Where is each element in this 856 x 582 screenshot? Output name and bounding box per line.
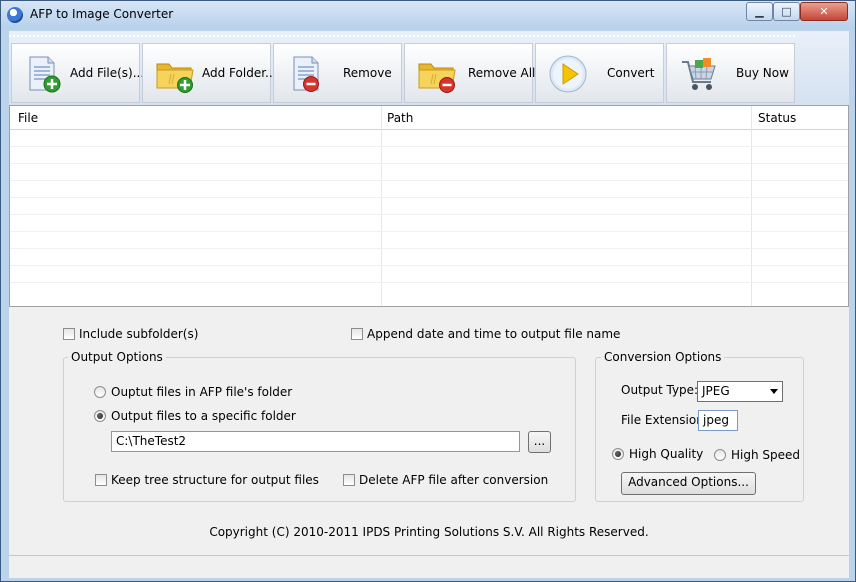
grid-row-line bbox=[10, 180, 848, 181]
close-icon: ✕ bbox=[819, 5, 829, 18]
remove-all-label: Remove All bbox=[468, 66, 536, 80]
buy-now-button[interactable]: Buy Now bbox=[666, 43, 795, 103]
minimize-icon: ▁ bbox=[755, 5, 764, 18]
add-folder-label: Add Folder... bbox=[202, 66, 277, 80]
buy-now-label: Buy Now bbox=[736, 66, 789, 80]
status-bar bbox=[9, 555, 849, 578]
file-extension-input[interactable]: jpeg bbox=[698, 410, 738, 431]
conversion-options-title: Conversion Options bbox=[601, 350, 725, 364]
high-speed-label[interactable]: High Speed bbox=[731, 448, 800, 462]
client-area: Add File(s)... Add Folder... Remove Remo… bbox=[9, 31, 849, 578]
remove-all-button[interactable]: Remove All bbox=[404, 43, 536, 103]
copyright-text: Copyright (C) 2010-2011 IPDS Printing So… bbox=[209, 525, 649, 539]
output-folder-input[interactable]: C:\TheTest2 bbox=[111, 431, 520, 452]
grid-row-line bbox=[10, 282, 848, 283]
convert-label: Convert bbox=[607, 66, 655, 80]
grid-row-line bbox=[10, 163, 848, 164]
advanced-options-button[interactable]: Advanced Options... bbox=[621, 472, 756, 495]
grid-row-line bbox=[10, 231, 848, 232]
title-bar[interactable]: AFP to Image Converter ▁ □ ✕ bbox=[1, 1, 855, 29]
append-datetime-checkbox[interactable] bbox=[351, 328, 363, 340]
output-type-value: JPEG bbox=[702, 384, 730, 398]
remove-all-folder-icon bbox=[418, 63, 456, 93]
grid-row-line bbox=[10, 214, 848, 215]
add-file-icon bbox=[29, 56, 61, 93]
keep-tree-label[interactable]: Keep tree structure for output files bbox=[111, 473, 319, 487]
file-extension-label: File Extension: bbox=[621, 413, 708, 427]
output-options-title: Output Options bbox=[68, 350, 166, 364]
add-folder-button[interactable]: Add Folder... bbox=[142, 43, 276, 103]
keep-tree-checkbox[interactable] bbox=[95, 474, 107, 486]
output-afp-folder-radio[interactable] bbox=[94, 386, 106, 398]
toolbar: Add File(s)... Add Folder... Remove Remo… bbox=[9, 31, 849, 105]
output-specific-folder-radio[interactable] bbox=[94, 410, 106, 422]
grid-row-line bbox=[10, 265, 848, 266]
remove-file-icon bbox=[293, 56, 319, 92]
close-button[interactable]: ✕ bbox=[800, 2, 848, 21]
add-files-label: Add File(s)... bbox=[70, 66, 145, 80]
maximize-button[interactable]: □ bbox=[773, 2, 800, 21]
convert-play-icon bbox=[549, 55, 587, 93]
app-window: AFP to Image Converter ▁ □ ✕ Add File(s)… bbox=[0, 0, 856, 582]
output-type-select[interactable]: JPEG bbox=[697, 381, 783, 402]
dropdown-arrow-icon bbox=[770, 389, 778, 394]
remove-label: Remove bbox=[343, 66, 392, 80]
output-type-label: Output Type: bbox=[621, 383, 699, 397]
high-quality-radio[interactable] bbox=[612, 448, 624, 460]
add-folder-icon bbox=[156, 63, 194, 93]
shopping-cart-icon bbox=[682, 58, 716, 90]
convert-button[interactable]: Convert bbox=[535, 43, 664, 103]
include-subfolders-checkbox[interactable] bbox=[63, 328, 75, 340]
column-divider[interactable] bbox=[751, 106, 752, 306]
app-logo-icon bbox=[7, 7, 23, 23]
output-specific-folder-label[interactable]: Output files to a specific folder bbox=[111, 409, 296, 423]
include-subfolders-label[interactable]: Include subfolder(s) bbox=[79, 327, 198, 341]
column-header-status[interactable]: Status bbox=[758, 111, 796, 125]
high-speed-radio[interactable] bbox=[714, 449, 726, 461]
delete-afp-label[interactable]: Delete AFP file after conversion bbox=[359, 473, 548, 487]
add-files-button[interactable]: Add File(s)... bbox=[11, 43, 144, 103]
grid-row-line bbox=[10, 248, 848, 249]
column-header-file[interactable]: File bbox=[18, 111, 38, 125]
grid-row-line bbox=[10, 146, 848, 147]
column-divider[interactable] bbox=[381, 106, 382, 306]
high-quality-label[interactable]: High Quality bbox=[629, 447, 703, 461]
grid-row-line bbox=[10, 197, 848, 198]
delete-afp-checkbox[interactable] bbox=[343, 474, 355, 486]
append-datetime-label[interactable]: Append date and time to output file name bbox=[367, 327, 620, 341]
window-title: AFP to Image Converter bbox=[30, 7, 174, 21]
toolbar-grip bbox=[9, 35, 795, 37]
maximize-icon: □ bbox=[781, 5, 792, 18]
file-list-header: File Path Status bbox=[10, 106, 848, 130]
minimize-button[interactable]: ▁ bbox=[746, 2, 773, 21]
output-afp-folder-label[interactable]: Ouptut files in AFP file's folder bbox=[111, 385, 292, 399]
remove-button[interactable]: Remove bbox=[273, 43, 402, 103]
file-list[interactable]: File Path Status bbox=[9, 105, 849, 307]
column-header-path[interactable]: Path bbox=[387, 111, 413, 125]
browse-folder-button[interactable]: ... bbox=[528, 431, 551, 453]
